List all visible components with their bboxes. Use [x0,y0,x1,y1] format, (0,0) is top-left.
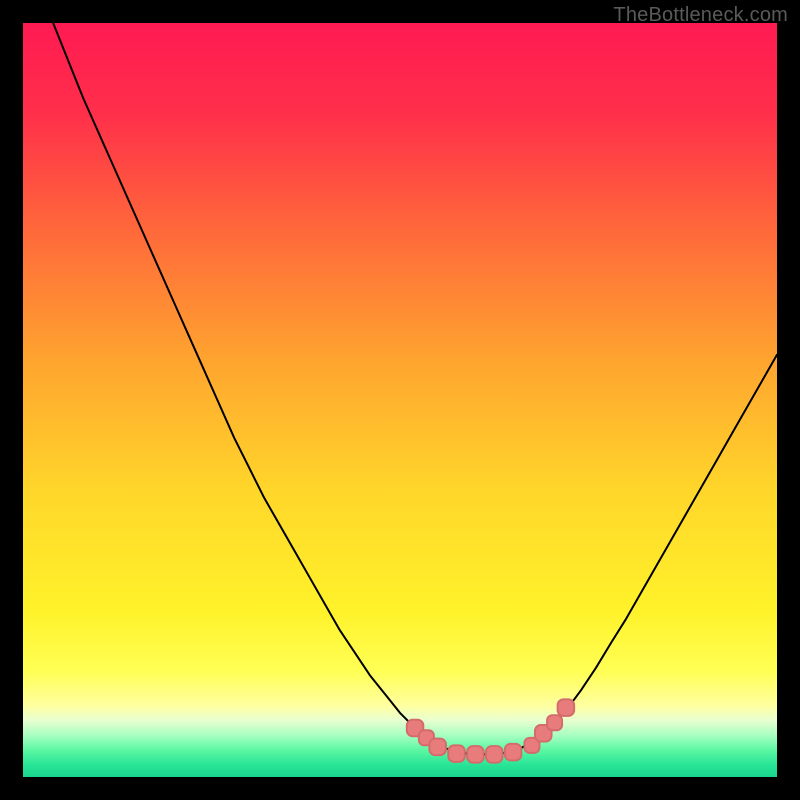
curve-markers [407,699,574,762]
plot-area [23,23,777,777]
outer-frame: TheBottleneck.com [0,0,800,800]
curve-marker [429,739,446,756]
curve-marker [448,745,465,762]
bottleneck-curve [53,23,777,754]
curve-marker [558,699,575,716]
bottleneck-curve-chart [23,23,777,777]
curve-marker [505,744,522,761]
curve-marker [486,746,503,763]
curve-marker [467,746,484,763]
watermark-text: TheBottleneck.com [613,4,788,27]
curve-marker [547,715,562,730]
